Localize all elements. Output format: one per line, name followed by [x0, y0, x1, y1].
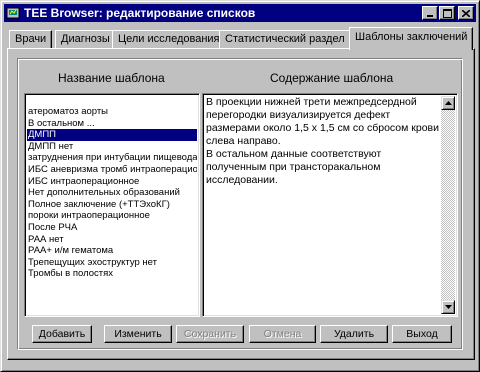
minimize-button[interactable]: [422, 6, 438, 20]
list-header: Название шаблона: [58, 71, 165, 85]
close-button[interactable]: [458, 6, 474, 20]
list-item[interactable]: После РЧА: [27, 222, 197, 234]
cancel-button[interactable]: Отмена: [249, 325, 316, 343]
exit-button[interactable]: Выход: [392, 325, 452, 343]
list-item[interactable]: ИБС аневризма тромб интраоперационно: [27, 164, 197, 176]
list-item[interactable]: Тромбы в полостях: [27, 268, 197, 280]
maximize-button[interactable]: [439, 6, 455, 20]
list-item[interactable]: затруднения при интубации пищевода: [27, 152, 197, 164]
main-window: TEE Browser: редактирование списков Врач…: [0, 0, 480, 372]
list-item[interactable]: атероматоз аорты: [27, 106, 197, 118]
app-icon: [6, 6, 20, 20]
template-listbox[interactable]: атероматоз аорты В остальном ... ДМПП ДМПП …: [24, 93, 200, 317]
list-item[interactable]: Трепещущих эхоструктур нет: [27, 257, 197, 269]
list-item[interactable]: ДМПП нет: [27, 141, 197, 153]
minimize-icon: [427, 15, 433, 17]
arrow-down-icon: [444, 305, 452, 309]
list-item[interactable]: ДМПП: [27, 129, 197, 141]
list-item[interactable]: РАА+ и/м гематома: [27, 245, 197, 257]
tab-report-templates[interactable]: Шаблоны заключений: [349, 27, 474, 50]
list-item[interactable]: ИБС интраоперационное: [27, 176, 197, 188]
template-content-memo[interactable]: В проекции нижней трети межпредсердной п…: [202, 93, 458, 317]
delete-button[interactable]: Удалить: [320, 325, 388, 343]
template-content-text[interactable]: В проекции нижней трети межпредсердной п…: [206, 96, 440, 187]
list-item[interactable]: Полное заключение (+ТТЭхоКГ): [27, 199, 197, 211]
maximize-icon: [442, 8, 452, 18]
add-button[interactable]: Добавить: [32, 325, 92, 343]
tab-doctors[interactable]: Врачи: [9, 30, 53, 49]
list-item[interactable]: РАА нет: [27, 234, 197, 246]
list-item[interactable]: В остальном ...: [27, 118, 197, 130]
templates-group: Название шаблона Содержание шаблона атер…: [17, 58, 463, 350]
tab-diagnoses[interactable]: Диагнозы: [55, 30, 116, 49]
tab-study-goals[interactable]: Цели исследования: [112, 30, 226, 49]
save-button[interactable]: Сохранить: [176, 325, 244, 343]
list-item[interactable]: пороки интраоперационное: [27, 210, 197, 222]
scroll-up-button[interactable]: [441, 96, 455, 110]
scroll-down-button[interactable]: [441, 300, 455, 314]
content-scrollbar[interactable]: [441, 96, 455, 314]
tab-statistics[interactable]: Статистический раздел: [219, 30, 351, 49]
content-header: Содержание шаблона: [270, 71, 394, 85]
list-item[interactable]: Нет дополнительных образований: [27, 187, 197, 199]
edit-button[interactable]: Изменить: [104, 325, 172, 343]
templates-panel: Название шаблона Содержание шаблона атер…: [7, 48, 475, 360]
arrow-up-icon: [444, 101, 452, 105]
window-title: TEE Browser: редактирование списков: [24, 6, 256, 20]
title-bar[interactable]: TEE Browser: редактирование списков: [4, 4, 476, 22]
close-icon: [462, 9, 470, 17]
